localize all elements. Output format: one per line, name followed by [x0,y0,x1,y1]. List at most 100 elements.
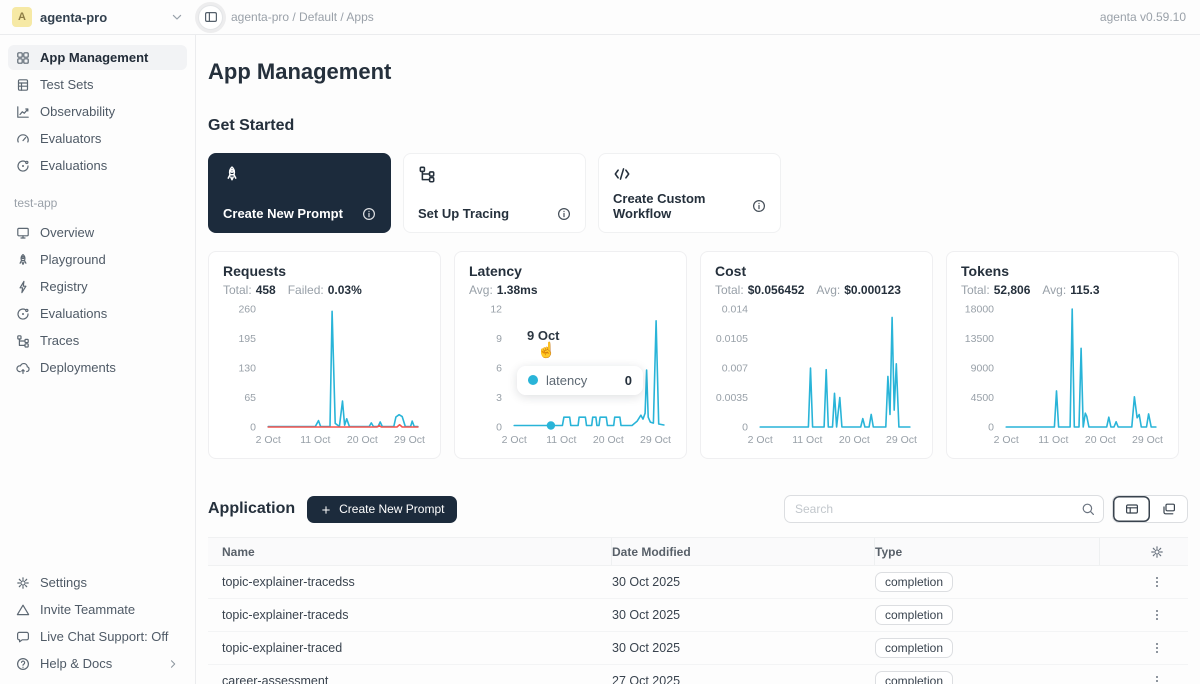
type-cell: completion [875,638,1100,658]
cycle-icon [16,159,30,173]
sidebar-app-item-evaluations[interactable]: Evaluations [8,301,187,326]
help-icon [16,657,30,671]
sidebar-footer-item-invite-teammate[interactable]: Invite Teammate [8,597,187,622]
svg-text:0: 0 [250,422,256,434]
sidebar-item-observability[interactable]: Observability [8,99,187,124]
requests-chart[interactable]: 0651301952602 Oct11 Oct20 Oct29 Oct [223,301,426,451]
create-new-prompt-label: Create New Prompt [339,502,444,516]
info-icon[interactable] [557,207,571,221]
rocket-icon [223,165,241,183]
metric-card-title: Cost [715,263,918,279]
type-badge: completion [875,572,953,592]
date-modified-cell: 27 Oct 2025 [612,674,875,684]
latency-chart[interactable]: 0369122 Oct11 Oct20 Oct29 Oct [469,301,672,451]
nav-item-label: Registry [40,279,88,294]
sidebar-item-evaluators[interactable]: Evaluators [8,126,187,151]
sidebar-app-item-deployments[interactable]: Deployments [8,355,187,380]
search-icon[interactable] [1073,502,1103,516]
sidebar-footer-nav: SettingsInvite TeammateLive Chat Support… [8,570,187,678]
svg-text:18000: 18000 [965,304,994,316]
sidebar-item-evaluations[interactable]: Evaluations [8,153,187,178]
sidebar-app-item-overview[interactable]: Overview [8,220,187,245]
application-heading: Application [208,500,295,518]
table-row[interactable]: career-assessment27 Oct 2025completion [208,665,1188,684]
sidebar-footer-item-settings[interactable]: Settings [8,570,187,595]
card-view-button[interactable] [1150,496,1187,522]
tokens-chart[interactable]: 04500900013500180002 Oct11 Oct20 Oct29 O… [961,301,1164,451]
sidebar-main-nav: App ManagementTest Sets Observability Eval… [8,45,187,180]
svg-text:29 Oct: 29 Oct [640,434,671,446]
stat-value: 1.38ms [497,283,538,297]
column-header-name: Name [208,538,612,565]
panel-left-icon [204,10,218,24]
cycle-icon [16,307,30,321]
row-menu-icon[interactable] [1150,575,1164,589]
search-input[interactable] [785,496,1073,522]
workspace-avatar: A [12,7,32,27]
nav-item-label: Traces [40,333,79,348]
info-icon[interactable] [362,207,376,221]
sidebar-toggle-button[interactable] [198,5,223,30]
create-custom-workflow-card[interactable]: Create Custom Workflow [598,153,781,233]
column-settings-icon[interactable] [1150,545,1164,559]
metric-card-title: Tokens [961,263,1164,279]
sidebar-footer-item-live-chat-support-off[interactable]: Live Chat Support: Off [8,624,187,649]
column-header-date-modified: Date Modified [612,538,875,565]
sidebar-app-item-playground[interactable]: Playground [8,247,187,272]
card-label: Create Custom Workflow [613,191,752,221]
date-modified-cell: 30 Oct 2025 [612,641,875,655]
nav-item-label: Playground [40,252,106,267]
create-new-prompt-card[interactable]: Create New Prompt [208,153,391,233]
sidebar-app-item-traces[interactable]: Traces [8,328,187,353]
row-menu-icon[interactable] [1150,641,1164,655]
svg-text:0.0105: 0.0105 [716,333,748,345]
svg-text:29 Oct: 29 Oct [394,434,425,446]
svg-text:9000: 9000 [971,363,995,375]
workspace-name: agenta-pro [40,10,107,25]
stat-value: $0.000123 [844,283,901,297]
column-header-type: Type [875,538,1100,565]
type-cell: completion [875,605,1100,625]
svg-text:2 Oct: 2 Oct [502,434,527,446]
stat-value: 458 [256,283,276,297]
plus-icon [320,503,332,515]
sidebar-item-app-management[interactable]: App Management [8,45,187,70]
rocket-icon [16,253,30,267]
nav-item-label: Observability [40,104,115,119]
breadcrumb[interactable]: agenta-pro / Default / Apps [231,10,374,24]
row-menu-icon[interactable] [1150,608,1164,622]
metric-card-title: Latency [469,263,672,279]
top-bar: A agenta-pro agenta-pro / Default / Apps… [0,0,1200,35]
svg-text:2 Oct: 2 Oct [256,434,281,446]
nav-item-label: Deployments [40,360,116,375]
tokens-metric-card: TokensTotal:52,806Avg:115.30450090001350… [946,251,1179,459]
workspace-selector[interactable]: A agenta-pro [0,0,196,34]
cost-chart[interactable]: 00.00350.0070.01050.0142 Oct11 Oct20 Oct… [715,301,918,451]
type-cell: completion [875,671,1100,684]
stat-value: 52,806 [994,283,1031,297]
app-name-cell: topic-explainer-traced [208,641,612,655]
create-new-prompt-button[interactable]: Create New Prompt [307,496,457,523]
svg-text:260: 260 [238,304,256,316]
set-up-tracing-card[interactable]: Set Up Tracing [403,153,586,233]
table-view-icon [1125,502,1139,516]
stat-value: $0.056452 [748,283,805,297]
svg-text:11 Oct: 11 Oct [546,434,576,446]
sidebar-app-item-registry[interactable]: Registry [8,274,187,299]
info-icon[interactable] [752,199,766,213]
stat-label: Failed: [288,283,324,297]
table-row[interactable]: topic-explainer-tracedss30 Oct 2025compl… [208,566,1188,599]
table-row[interactable]: topic-explainer-traced30 Oct 2025complet… [208,632,1188,665]
chevron-down-icon [170,10,184,24]
svg-text:65: 65 [244,392,256,404]
svg-text:0.0035: 0.0035 [716,392,748,404]
table-icon [16,78,30,92]
svg-text:195: 195 [238,333,256,345]
app-version: agenta v0.59.10 [1100,10,1200,24]
table-view-button[interactable] [1113,496,1150,522]
row-menu-icon[interactable] [1150,674,1164,684]
sidebar-footer-item-help-docs[interactable]: Help & Docs [8,651,187,676]
nav-item-label: Evaluations [40,306,107,321]
sidebar-item-test-sets[interactable]: Test Sets [8,72,187,97]
table-row[interactable]: topic-explainer-traceds30 Oct 2025comple… [208,599,1188,632]
